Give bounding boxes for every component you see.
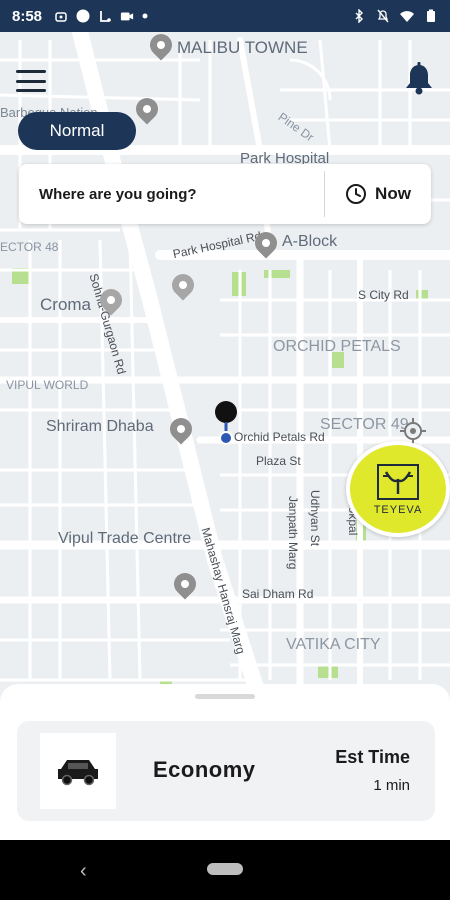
usb-icon [100,11,111,22]
map-label-sai-dham: Sai Dham Rd [242,587,314,601]
est-time-label: Est Time [335,747,410,767]
destination-input[interactable]: Where are you going? [19,186,324,203]
android-icon [55,12,67,22]
hamburger-menu-icon[interactable] [16,70,46,92]
video-icon [120,12,134,21]
brand-logo-text: TEYEVA [373,504,423,516]
wifi-icon [400,11,414,22]
brand-logo-icon [377,464,419,500]
ride-options-sheet: Economy Est Time 1 min [0,684,450,840]
map-label-sector48: ECTOR 48 [0,240,59,254]
car-thumbnail [40,733,116,809]
map-label-vipul-world: VIPUL WORLD [6,378,89,392]
battery-icon [427,9,435,22]
home-pill-icon[interactable] [207,863,243,875]
map-label-s-city: S City Rd [358,288,409,302]
schedule-time-label: Now [375,184,411,203]
ride-type-name: Economy [153,757,256,782]
bell-icon[interactable] [404,62,434,96]
status-right-icons [352,9,438,23]
map-label-udhyan: Udhyan St [308,490,322,547]
current-location-marker [215,401,237,445]
map-label-janpath: Janpath Marg [286,496,300,570]
map-label-orchid-petals: ORCHID PETALS [273,338,401,355]
bluetooth-icon [355,9,363,23]
destination-search-card: Where are you going? Now [19,164,431,224]
map-label-croma: Croma [40,295,92,314]
map-label-a-block: A-Block [282,233,338,250]
mute-icon [377,9,389,23]
status-time: 8:58 [12,7,43,25]
car-icon [58,760,98,786]
map-label-plaza: Plaza St [256,454,301,468]
circle-icon [76,9,90,23]
map-label-sector49: SECTOR 49 [320,416,409,433]
map-label-vipul-trade: Vipul Trade Centre [58,530,192,547]
schedule-time-button[interactable]: Now [325,183,431,205]
map-label-vatika: VATIKA CITY [286,636,381,653]
dot-icon [142,13,148,19]
map-label-orchid-rd: Orchid Petals Rd [234,430,325,444]
ride-option-card[interactable]: Economy Est Time 1 min [17,721,435,821]
back-chevron-icon[interactable]: ‹ [80,860,87,883]
map-label-malibu: MALIBU TOWNE [177,38,308,57]
system-nav-bar: ‹ [0,840,450,900]
status-left-icons [54,9,148,23]
ride-mode-toggle[interactable]: Normal [18,112,136,150]
status-bar: 8:58 [0,0,450,32]
map-label-shriram: Shriram Dhaba [46,418,154,435]
sheet-drag-handle[interactable] [195,694,255,699]
clock-icon [346,184,367,204]
est-time-value: 1 min [373,777,410,794]
brand-logo-badge[interactable]: TEYEVA [346,441,450,537]
